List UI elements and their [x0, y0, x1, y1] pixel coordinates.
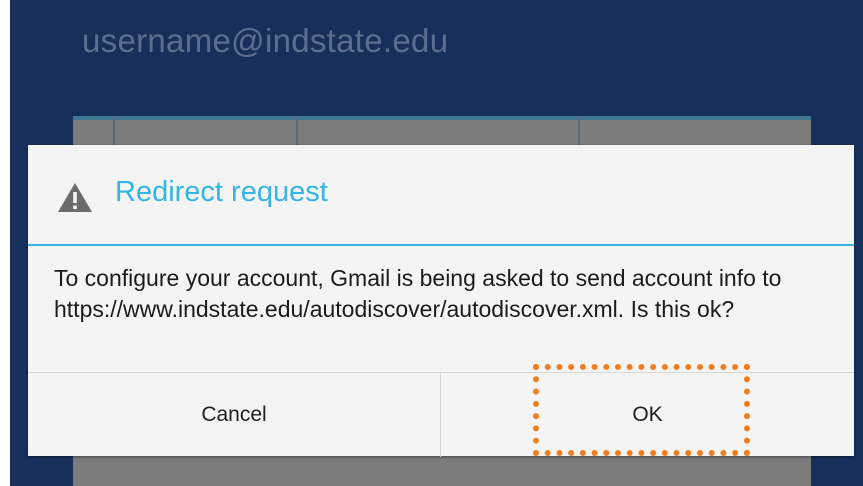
dialog-header: Redirect request	[28, 145, 854, 246]
background-divider	[113, 116, 115, 146]
username-field-background: username@indstate.edu	[82, 22, 449, 59]
redirect-dialog: Redirect request To configure your accou…	[28, 145, 854, 457]
dialog-title: Redirect request	[115, 176, 328, 208]
dialog-button-bar: Cancel OK	[28, 372, 854, 457]
dialog-message: To configure your account, Gmail is bein…	[54, 265, 782, 322]
background-divider	[296, 116, 298, 146]
screen: username@indstate.edu Redirect request T…	[0, 0, 863, 486]
cancel-button[interactable]: Cancel	[28, 373, 440, 457]
warning-icon	[58, 183, 92, 212]
background-divider	[578, 116, 580, 146]
ok-button[interactable]: OK	[441, 373, 854, 457]
